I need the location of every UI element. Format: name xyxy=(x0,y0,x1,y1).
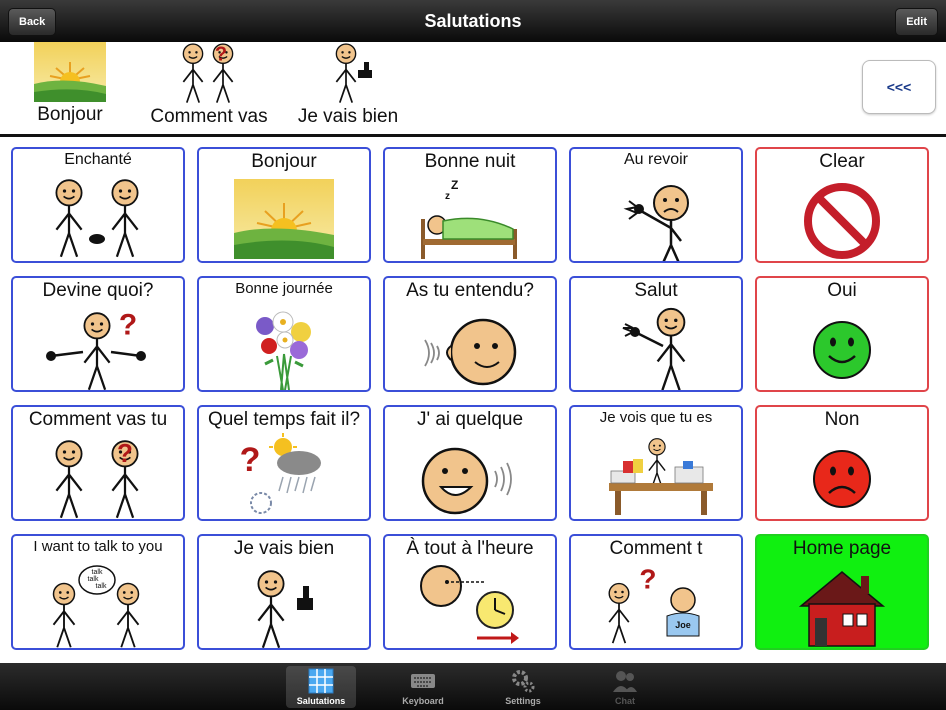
tab-salutations[interactable]: Salutations xyxy=(286,666,356,708)
person-thumbs-up-icon xyxy=(257,570,313,648)
cell-bonjour[interactable]: Bonjour xyxy=(197,147,371,263)
cell-oui[interactable]: Oui xyxy=(755,276,929,392)
cell-label: Bonjour xyxy=(251,151,317,172)
waving-sad-person-icon xyxy=(623,185,689,261)
red-house-icon xyxy=(798,571,886,647)
cell-enchante[interactable]: Enchanté xyxy=(11,147,185,263)
sentence-strip[interactable]: Bonjour Comment vas Je vais bien <<< xyxy=(0,42,946,134)
cell-as-tu-entendu[interactable]: As tu entendu? xyxy=(383,276,557,392)
cell-label: Enchanté xyxy=(64,151,132,168)
sunrise-icon xyxy=(234,179,334,259)
cell-label: Au revoir xyxy=(623,151,689,168)
clock-later-icon xyxy=(420,565,519,644)
cell-label: Oui xyxy=(827,280,857,301)
cell-quel-temps[interactable]: Quel temps fait il? xyxy=(197,405,371,521)
cell-label: Non xyxy=(824,409,860,430)
two-people-question-icon xyxy=(55,439,139,519)
cell-salut[interactable]: Salut xyxy=(569,276,743,392)
green-smiley-icon xyxy=(813,321,871,379)
navigation-bar: Back Salutations Edit xyxy=(0,0,946,42)
cell-comment-vas-tu[interactable]: Comment vas tu xyxy=(11,405,185,521)
cell-je-vais-bien[interactable]: Je vais bien xyxy=(197,534,371,650)
cell-au-revoir[interactable]: Au revoir xyxy=(569,147,743,263)
cell-j-ai-quelque[interactable]: J' ai quelque xyxy=(383,405,557,521)
sleeping-bed-icon: Z z xyxy=(421,178,517,259)
person-thumbs-up-icon xyxy=(335,43,372,104)
talk-word: talk xyxy=(92,569,103,576)
cell-label: Quel temps fait il? xyxy=(207,409,361,430)
grid-icon xyxy=(308,668,334,694)
cell-label: I want to talk to you xyxy=(33,538,163,555)
tab-keyboard[interactable]: Keyboard xyxy=(388,666,458,708)
edit-button[interactable]: Edit xyxy=(895,8,938,36)
two-people-question-icon xyxy=(182,43,234,104)
cell-label: Comment vas tu xyxy=(28,409,168,430)
cell-label: Bonne nuit xyxy=(424,151,516,172)
page-title: Salutations xyxy=(424,11,522,31)
tab-label: Chat xyxy=(615,696,635,706)
keyboard-icon xyxy=(411,674,435,688)
weather-question-icon xyxy=(239,433,321,514)
sentence-item[interactable]: Bonjour xyxy=(22,42,118,126)
talk-word: talk xyxy=(88,576,99,583)
cell-i-want-to-talk[interactable]: I want to talk to you talk talk talk xyxy=(11,534,185,650)
cell-label: Je vais bien xyxy=(233,538,335,559)
sentence-item-label: Bonjour xyxy=(37,104,103,125)
cell-bonne-journee[interactable]: Bonne journée xyxy=(197,276,371,392)
flower-bouquet-icon xyxy=(256,311,311,390)
handshake-icon xyxy=(55,179,139,258)
ear-face-icon xyxy=(424,318,517,386)
svg-text:z: z xyxy=(445,191,450,202)
talk-word: talk xyxy=(96,583,107,590)
cell-label: Devine quoi? xyxy=(42,280,154,301)
cell-label: Je vois que tu es xyxy=(599,409,713,426)
cell-devine-quoi[interactable]: Devine quoi? xyxy=(11,276,185,392)
cell-a-tout-a-lheure[interactable]: À tout à l'heure xyxy=(383,534,557,650)
backspace-button[interactable]: <<< xyxy=(862,60,936,114)
busy-desk-icon xyxy=(609,437,713,515)
talk-bubble-icon: talk talk talk xyxy=(52,565,140,648)
tab-settings[interactable]: Settings xyxy=(488,666,558,708)
cell-label: Clear xyxy=(819,151,865,172)
cell-label: J' ai quelque xyxy=(416,409,524,430)
sentence-item[interactable]: Comment vas xyxy=(138,42,280,128)
question-joe-icon: Joe xyxy=(608,564,700,645)
svg-text:Z: Z xyxy=(451,178,458,192)
tab-label: Settings xyxy=(505,696,541,706)
cell-home-page[interactable]: Home page xyxy=(755,534,929,650)
cell-comment-t[interactable]: Comment t Joe xyxy=(569,534,743,650)
cell-label: Salut xyxy=(634,280,678,301)
tab-label: Salutations xyxy=(296,696,346,706)
sentence-item-label: Je vais bien xyxy=(297,106,399,127)
sunrise-icon xyxy=(34,42,106,102)
sentence-item-label: Comment vas xyxy=(150,106,268,127)
red-frown-icon xyxy=(813,450,871,508)
person-question-icon xyxy=(46,308,146,390)
cell-label: Comment t xyxy=(609,538,703,559)
cell-clear[interactable]: Clear xyxy=(755,147,929,263)
joe-label: Joe xyxy=(675,620,691,630)
cell-label: Home page xyxy=(792,538,892,559)
people-icon xyxy=(613,671,637,692)
tab-chat[interactable]: Chat xyxy=(590,666,660,708)
symbol-grid: Enchanté Bonjour Bonne nuit Z z Au revoi… xyxy=(0,137,946,663)
cell-label: As tu entendu? xyxy=(406,280,534,301)
tab-label: Keyboard xyxy=(402,696,444,706)
cell-je-vois-que-tu-es[interactable]: Je vois que tu es xyxy=(569,405,743,521)
sentence-item[interactable]: Je vais bien xyxy=(286,42,410,128)
waving-person-icon xyxy=(622,307,686,390)
gears-icon xyxy=(512,670,535,693)
prohibited-icon xyxy=(804,183,880,259)
cell-label: Bonne journée xyxy=(235,280,333,297)
talking-face-icon xyxy=(421,447,512,515)
cell-bonne-nuit[interactable]: Bonne nuit Z z xyxy=(383,147,557,263)
cell-label: À tout à l'heure xyxy=(406,538,534,559)
cell-non[interactable]: Non xyxy=(755,405,929,521)
tab-bar: Salutations Keyboard Settings Chat xyxy=(0,663,946,710)
